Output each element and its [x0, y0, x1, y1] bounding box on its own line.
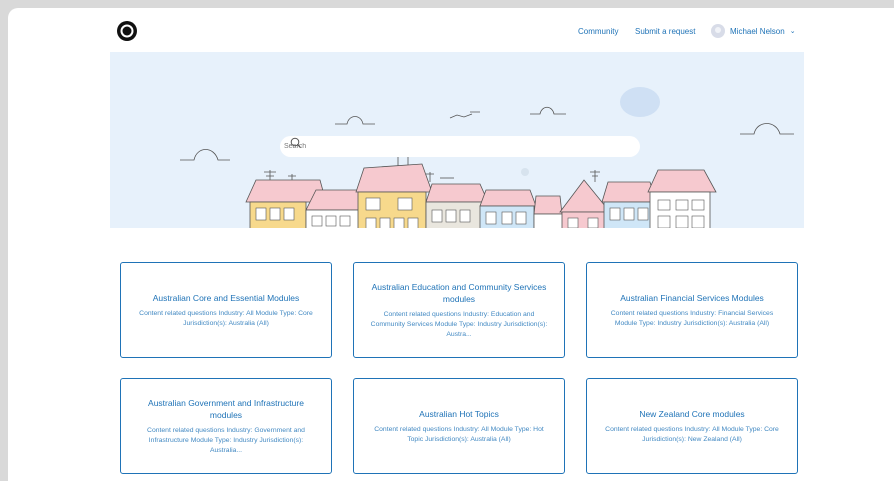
category-card[interactable]: New Zealand Core modules Content related…	[586, 378, 798, 474]
category-card[interactable]: Australian Core and Essential Modules Co…	[120, 262, 332, 358]
search-bar[interactable]	[280, 136, 640, 157]
user-name: Michael Nelson	[730, 26, 785, 36]
category-title: Australian Financial Services Modules	[620, 292, 764, 303]
category-description: Content related questions Industry: Educ…	[370, 310, 548, 338]
category-description: Content related questions Industry: Gove…	[147, 426, 305, 454]
user-menu[interactable]: Michael Nelson ⌄	[711, 23, 796, 39]
search-input[interactable]	[284, 143, 604, 150]
category-card[interactable]: Australian Financial Services Modules Co…	[586, 262, 798, 358]
avatar	[711, 24, 725, 38]
app-window: Community Submit a request Michael Nelso…	[8, 8, 894, 481]
category-description: Content related questions Industry: Fina…	[610, 309, 774, 327]
category-card[interactable]: Australian Government and Infrastructure…	[120, 378, 332, 474]
header: Community Submit a request Michael Nelso…	[8, 8, 894, 54]
chevron-down-icon: ⌄	[789, 28, 796, 35]
community-link[interactable]: Community	[578, 27, 618, 36]
category-description: Content related questions Industry: All …	[139, 309, 313, 327]
category-description: Content related questions Industry: All …	[374, 425, 544, 443]
category-title: Australian Government and Infrastructure…	[148, 397, 304, 420]
category-title: Australian Hot Topics	[419, 408, 499, 419]
category-title: Australian Education and Community Servi…	[371, 281, 547, 304]
category-card[interactable]: Australian Hot Topics Content related qu…	[353, 378, 565, 474]
category-card[interactable]: Australian Education and Community Servi…	[353, 262, 565, 358]
hero-banner	[110, 52, 804, 228]
category-description: Content related questions Industry: All …	[605, 425, 779, 443]
category-title: New Zealand Core modules	[639, 408, 745, 419]
submit-request-link[interactable]: Submit a request	[635, 27, 695, 36]
search-icon	[290, 137, 301, 148]
category-title: Australian Core and Essential Modules	[152, 292, 300, 303]
logo-icon[interactable]	[116, 20, 138, 42]
